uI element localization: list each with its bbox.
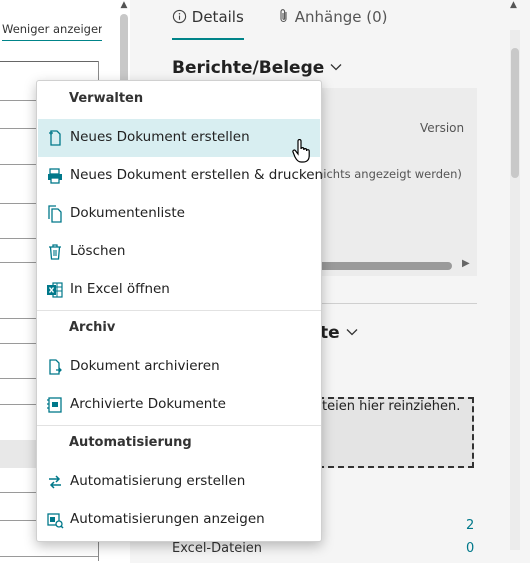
info-icon [172,9,187,24]
document-list-icon [48,205,62,223]
archive-document-icon [49,359,62,375]
menu-section-header: Automatisierung [69,435,192,450]
hand-cursor-icon [292,139,310,163]
scrollbar-thumb[interactable] [120,14,128,86]
menu-item-new-document-print[interactable]: Neues Dokument erstellen & drucken [38,157,324,195]
new-document-icon [49,130,61,146]
menu-item-view-automations[interactable]: Automatisierungen anzeigen [38,501,320,539]
new-document-print-icon [48,168,62,184]
menu-item-label: Neues Dokument erstellen & drucken [70,167,324,183]
show-less-link[interactable]: Weniger anzeigen [2,18,102,41]
excel-icon [47,282,63,298]
menu-section-header: Archiv [69,320,116,335]
create-automation-icon [49,475,61,489]
menu-item-delete[interactable]: Löschen [38,233,320,271]
menu-separator [37,310,321,311]
menu-item-label: Automatisierungen anzeigen [70,511,265,527]
tab-attachments-label: Anhänge (0) [294,8,388,26]
menu-item-archived-documents[interactable]: Archivierte Dokumente [38,386,320,424]
paperclip-icon [280,9,287,23]
menu-item-open-excel[interactable]: In Excel öffnen [38,271,320,309]
menu-item-new-document[interactable]: Neues Dokument erstellen [38,119,320,157]
reports-title-label: Berichte/Belege [172,58,325,78]
scrollbar-thumb[interactable] [511,48,519,178]
tab-details-label: Details [191,8,244,26]
files-title-label: te [320,323,340,343]
tab-details[interactable]: Details [172,8,244,32]
menu-item-label: Dokumentenliste [70,205,185,221]
excel-file-count[interactable]: 0 [466,541,474,556]
menu-item-label: Dokument archivieren [70,358,220,374]
scroll-up-icon[interactable]: ▲ [118,0,130,12]
empty-note: nichts angezeigt werden) [316,167,462,181]
menu-separator [37,425,321,426]
horizontal-scrollbar[interactable] [300,262,452,270]
version-column-header: Version [420,121,465,135]
menu-section-header: Verwalten [69,91,144,106]
menu-item-label: Löschen [70,243,126,259]
menu-item-label: Neues Dokument erstellen [70,129,250,145]
context-menu: Verwalten Neues Dokument erstellen Neues… [36,80,324,542]
menu-item-archive-document[interactable]: Dokument archivieren [38,348,320,386]
view-automations-icon [47,513,64,529]
menu-item-label: Automatisierung erstellen [70,473,246,489]
file-count[interactable]: 2 [466,518,474,533]
chevron-down-icon [330,64,342,71]
menu-item-label: Archivierte Dokumente [70,396,226,412]
excel-files-label: Excel-Dateien [172,541,263,556]
reports-section-title[interactable]: Berichte/Belege [172,58,342,78]
files-section-title[interactable]: te [320,323,358,343]
menu-item-create-automation[interactable]: Automatisierung erstellen [38,463,320,501]
table-row-divider [0,556,98,557]
scroll-up-icon[interactable]: ▲ [510,0,522,12]
trash-icon [49,244,61,260]
table-border [0,61,98,62]
archived-documents-icon [47,397,62,413]
menu-item-label: In Excel öffnen [70,281,170,297]
tab-attachments[interactable]: Anhänge (0) [278,8,388,32]
dropzone-text: teien hier reinziehen. [322,399,461,414]
menu-item-document-list[interactable]: Dokumentenliste [38,195,320,233]
active-tab-indicator [172,38,244,40]
scroll-right-icon[interactable]: ▶ [462,258,470,269]
chevron-down-icon [346,329,358,336]
